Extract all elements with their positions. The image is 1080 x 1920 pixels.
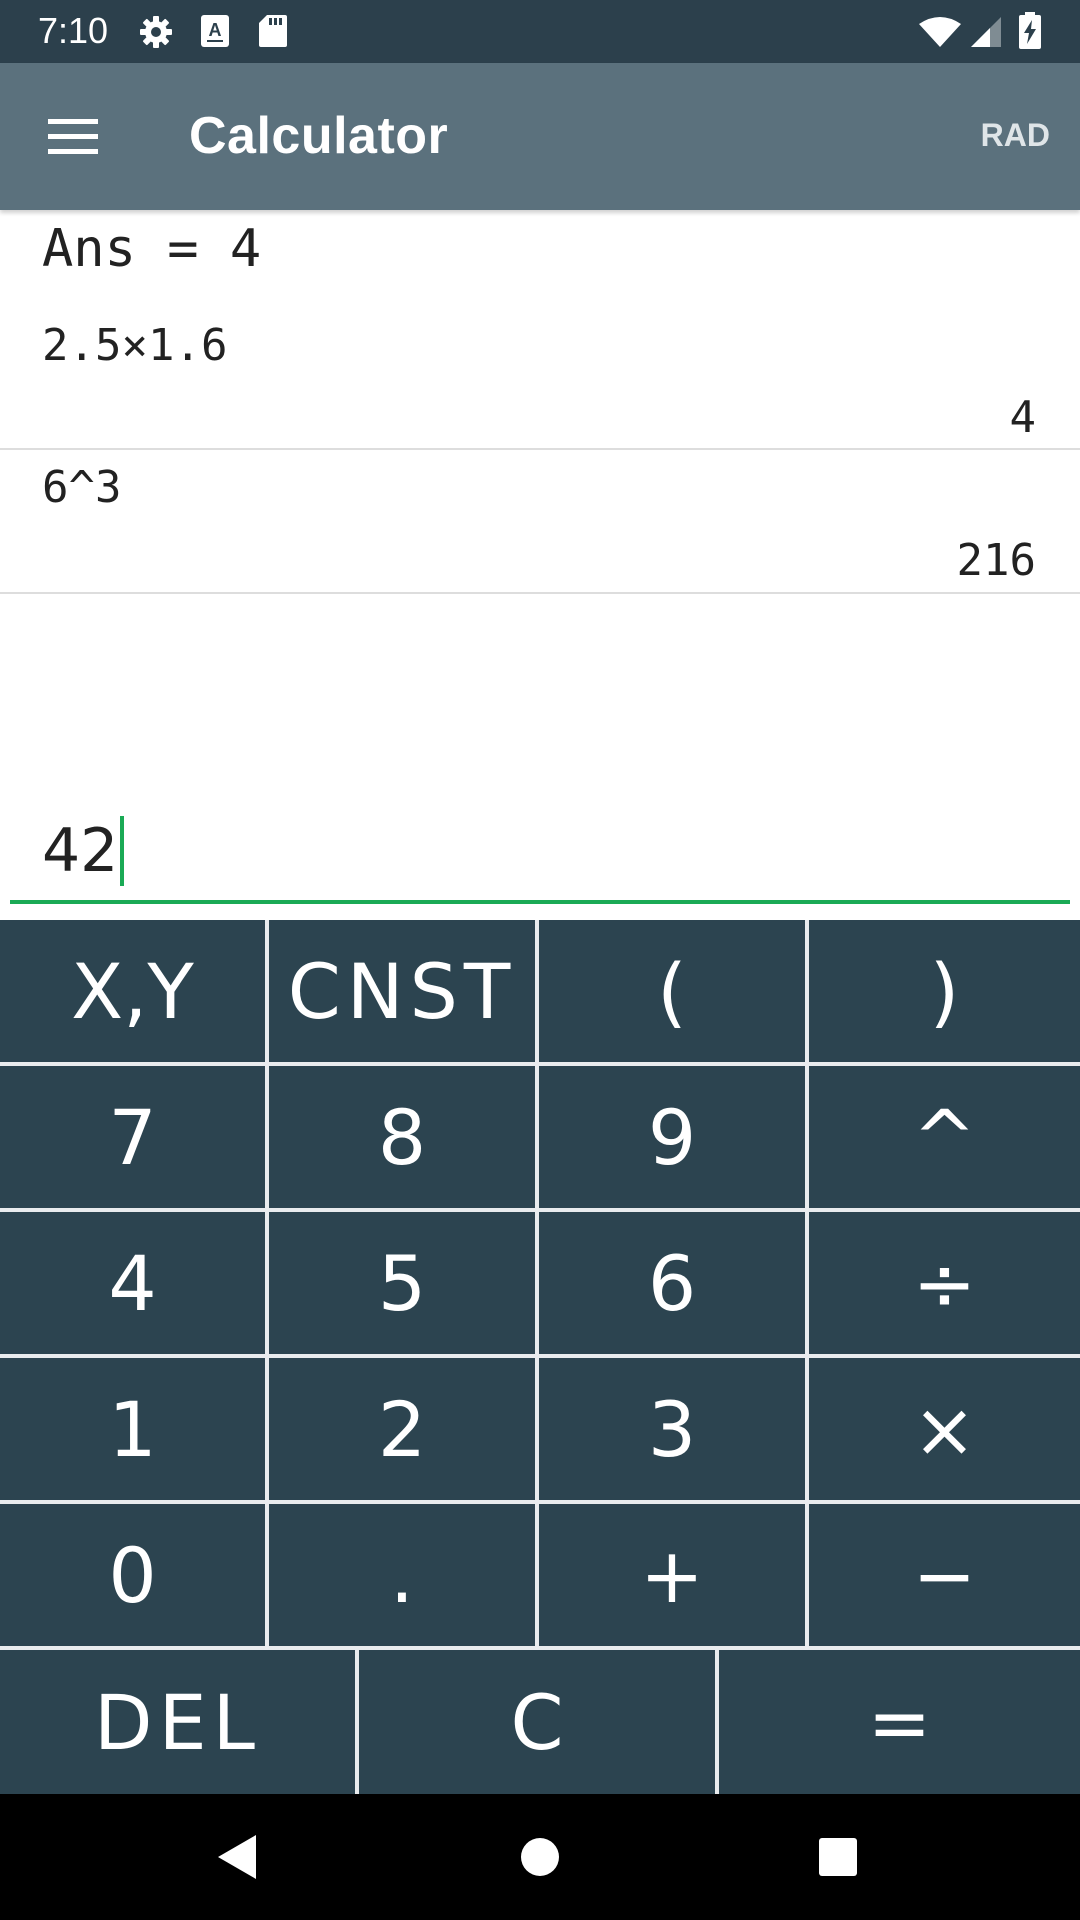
home-icon[interactable] — [510, 1827, 570, 1887]
key-clear[interactable]: C — [359, 1650, 715, 1794]
key-6[interactable]: 6 — [539, 1212, 805, 1354]
key-close-paren[interactable]: ) — [809, 920, 1080, 1062]
key-power[interactable]: ^ — [809, 1066, 1080, 1208]
expression-input[interactable]: 42 — [10, 800, 1070, 904]
back-icon[interactable] — [210, 1827, 270, 1887]
key-delete[interactable]: DEL — [0, 1650, 355, 1794]
history-expression: 2.5×1.6 — [42, 320, 228, 371]
key-multiply[interactable]: × — [809, 1358, 1080, 1500]
key-8[interactable]: 8 — [269, 1066, 535, 1208]
history-entry[interactable]: 6^3 216 — [0, 450, 1080, 594]
angle-mode-toggle[interactable]: RAD — [981, 115, 1050, 155]
app-title: Calculator — [189, 107, 449, 165]
key-xy[interactable]: X,Y — [0, 920, 265, 1062]
key-decimal[interactable]: . — [269, 1504, 535, 1646]
settings-icon — [138, 14, 174, 50]
recents-icon[interactable] — [808, 1827, 868, 1887]
key-divide[interactable]: ÷ — [809, 1212, 1080, 1354]
history-result: 216 — [956, 535, 1036, 586]
status-time: 7:10 — [38, 10, 109, 51]
menu-button[interactable] — [30, 101, 114, 173]
key-4[interactable]: 4 — [0, 1212, 265, 1354]
keypad: X,Y CNST ( ) 7 8 9 ^ 4 5 6 ÷ 1 2 3 × 0 .… — [0, 920, 1080, 1794]
status-bar: 7:10 A — [0, 0, 1080, 63]
sd-card-icon — [258, 14, 288, 48]
text-cursor — [120, 816, 125, 886]
battery-charging-icon — [1018, 12, 1042, 50]
key-plus[interactable]: + — [539, 1504, 805, 1646]
navigation-bar — [0, 1794, 1080, 1920]
key-open-paren[interactable]: ( — [539, 920, 805, 1062]
history-expression: 6^3 — [42, 462, 122, 513]
wifi-icon — [918, 16, 962, 48]
key-3[interactable]: 3 — [539, 1358, 805, 1500]
key-5[interactable]: 5 — [269, 1212, 535, 1354]
expression-value: 42 — [42, 816, 119, 886]
key-equals[interactable]: = — [719, 1650, 1080, 1794]
key-minus[interactable]: − — [809, 1504, 1080, 1646]
ans-display: Ans = 4 — [42, 219, 262, 279]
key-2[interactable]: 2 — [269, 1358, 535, 1500]
key-0[interactable]: 0 — [0, 1504, 265, 1646]
key-constants[interactable]: CNST — [269, 920, 535, 1062]
expression-input-text: 42 — [42, 816, 125, 886]
cell-signal-icon — [970, 16, 1002, 48]
key-1[interactable]: 1 — [0, 1358, 265, 1500]
history-result: 4 — [1009, 392, 1037, 443]
key-7[interactable]: 7 — [0, 1066, 265, 1208]
svg-text:A: A — [209, 20, 222, 40]
history-entry[interactable]: 2.5×1.6 4 — [0, 302, 1080, 450]
app-bar: Calculator RAD — [0, 63, 1080, 210]
text-notification-icon: A — [200, 14, 230, 48]
key-9[interactable]: 9 — [539, 1066, 805, 1208]
